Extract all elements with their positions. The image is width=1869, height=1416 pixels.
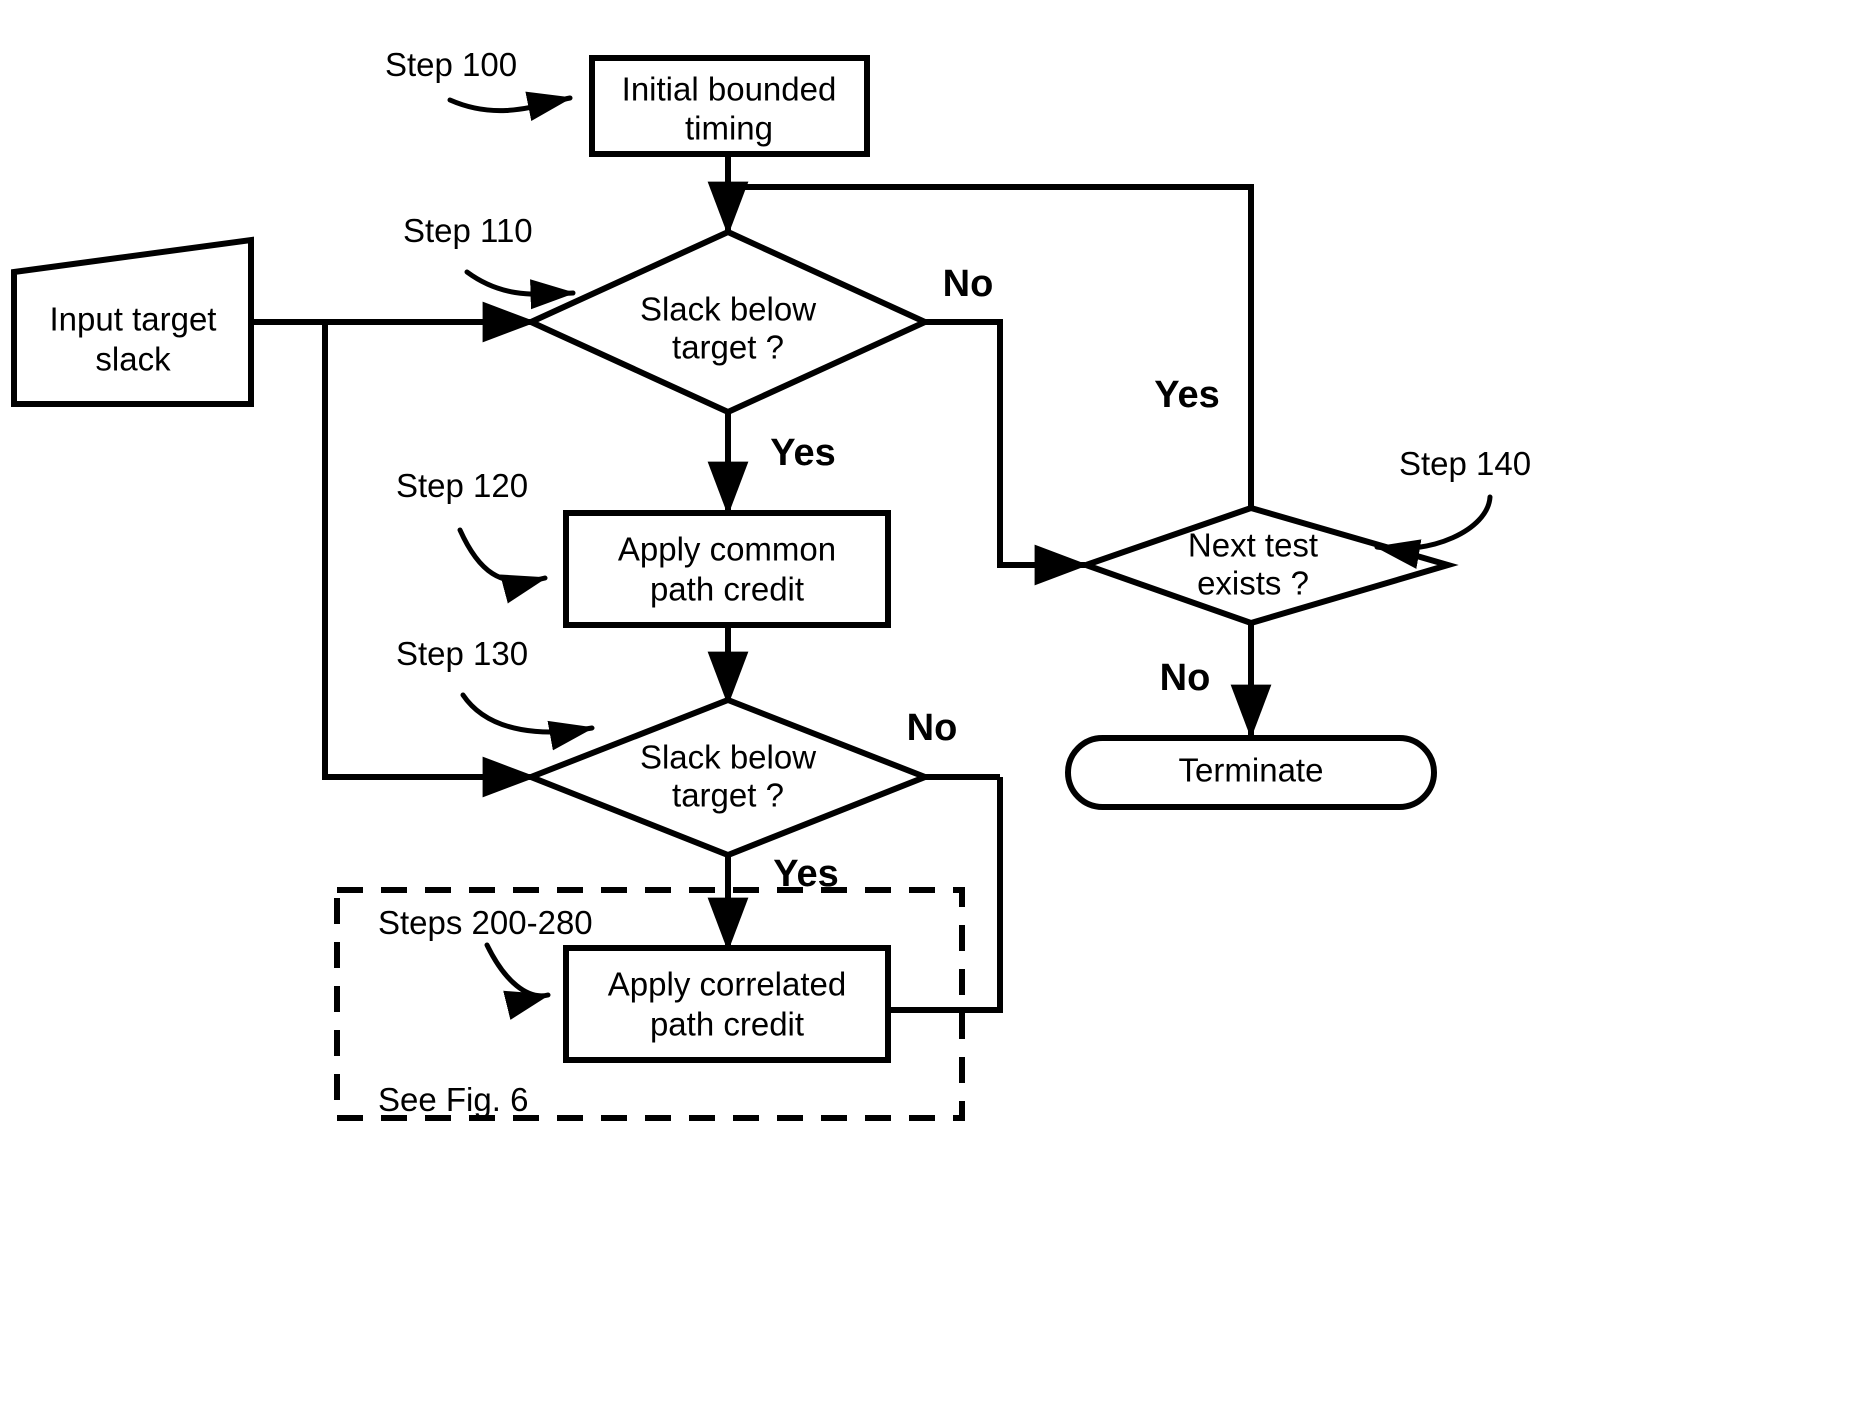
step-110-label: Step 110 xyxy=(403,212,533,249)
node-slack-below-target-2-label-2: target ? xyxy=(672,777,784,814)
svg-text:Yes: Yes xyxy=(770,432,836,474)
step-100-label: Step 100 xyxy=(385,46,517,83)
node-apply-correlated-path-credit-label-2: path credit xyxy=(650,1006,804,1043)
branch-label-decision2-yes: Yes xyxy=(773,853,839,895)
node-slack-below-target-2[interactable]: Slack below target ? xyxy=(522,696,934,859)
node-apply-common-path-credit-label-2: path credit xyxy=(650,571,804,608)
branch-label-decision2-no: No xyxy=(907,707,958,749)
node-apply-correlated-path-credit[interactable]: Apply correlated path credit xyxy=(563,945,891,1063)
svg-text:Yes: Yes xyxy=(1154,374,1220,416)
step-130-label: Step 130 xyxy=(396,635,528,672)
node-apply-common-path-credit[interactable]: Apply common path credit xyxy=(563,510,891,628)
svg-text:No: No xyxy=(907,707,958,749)
step-ref-100: Step 100 xyxy=(385,46,573,122)
branch-label-decision3-no: No xyxy=(1160,657,1211,699)
node-input-target-slack-label-1: Input target xyxy=(50,301,217,338)
svg-text:No: No xyxy=(943,263,994,305)
node-slack-below-target-1-label-2: target ? xyxy=(672,329,784,366)
node-initial-bounded-timing[interactable]: Initial bounded timing xyxy=(589,55,870,157)
see-fig-6-label: See Fig. 6 xyxy=(378,1081,528,1118)
steps-200-280-leader xyxy=(484,942,551,1020)
node-slack-below-target-1-label-1: Slack below xyxy=(640,291,816,328)
flowchart-svg: Input target slack Initial bounded timin… xyxy=(11,46,1531,1121)
edge-decision1-no xyxy=(925,319,1089,586)
branch-label-decision1-no: No xyxy=(943,263,994,305)
node-input-target-slack-label-2: slack xyxy=(95,341,171,378)
step-ref-120: Step 120 xyxy=(396,467,548,604)
node-next-test-exists-label-1: Next test xyxy=(1188,527,1318,564)
steps-200-280-label: Steps 200-280 xyxy=(378,904,593,941)
node-slack-below-target-2-label-1: Slack below xyxy=(640,739,816,776)
step-ref-110: Step 110 xyxy=(403,212,576,310)
node-initial-bounded-timing-label-2: timing xyxy=(685,110,773,147)
branch-label-decision1-yes: Yes xyxy=(770,432,836,474)
flowchart-canvas: Input target slack Initial bounded timin… xyxy=(0,0,1869,1416)
node-terminate-label: Terminate xyxy=(1179,752,1324,789)
node-terminate[interactable]: Terminate xyxy=(1065,735,1437,810)
branch-label-decision3-yes: Yes xyxy=(1154,374,1220,416)
node-apply-correlated-path-credit-label-1: Apply correlated xyxy=(608,966,846,1003)
step-120-label: Step 120 xyxy=(396,467,528,504)
node-input-target-slack[interactable]: Input target slack xyxy=(11,236,254,407)
edge-input-to-decision2 xyxy=(322,322,537,798)
node-initial-bounded-timing-label-1: Initial bounded xyxy=(622,71,837,108)
edge-correlated-to-trunk xyxy=(888,777,1003,1013)
svg-text:Yes: Yes xyxy=(773,853,839,895)
node-next-test-exists[interactable]: Next test exists ? xyxy=(1076,504,1459,627)
node-next-test-exists-label-2: exists ? xyxy=(1197,565,1309,602)
step-ref-140: Step 140 xyxy=(1374,445,1531,569)
node-slack-below-target-1[interactable]: Slack below target ? xyxy=(523,228,933,416)
svg-text:No: No xyxy=(1160,657,1211,699)
node-apply-common-path-credit-label-1: Apply common xyxy=(618,531,836,568)
step-140-label: Step 140 xyxy=(1399,445,1531,482)
step-ref-130: Step 130 xyxy=(396,635,595,751)
